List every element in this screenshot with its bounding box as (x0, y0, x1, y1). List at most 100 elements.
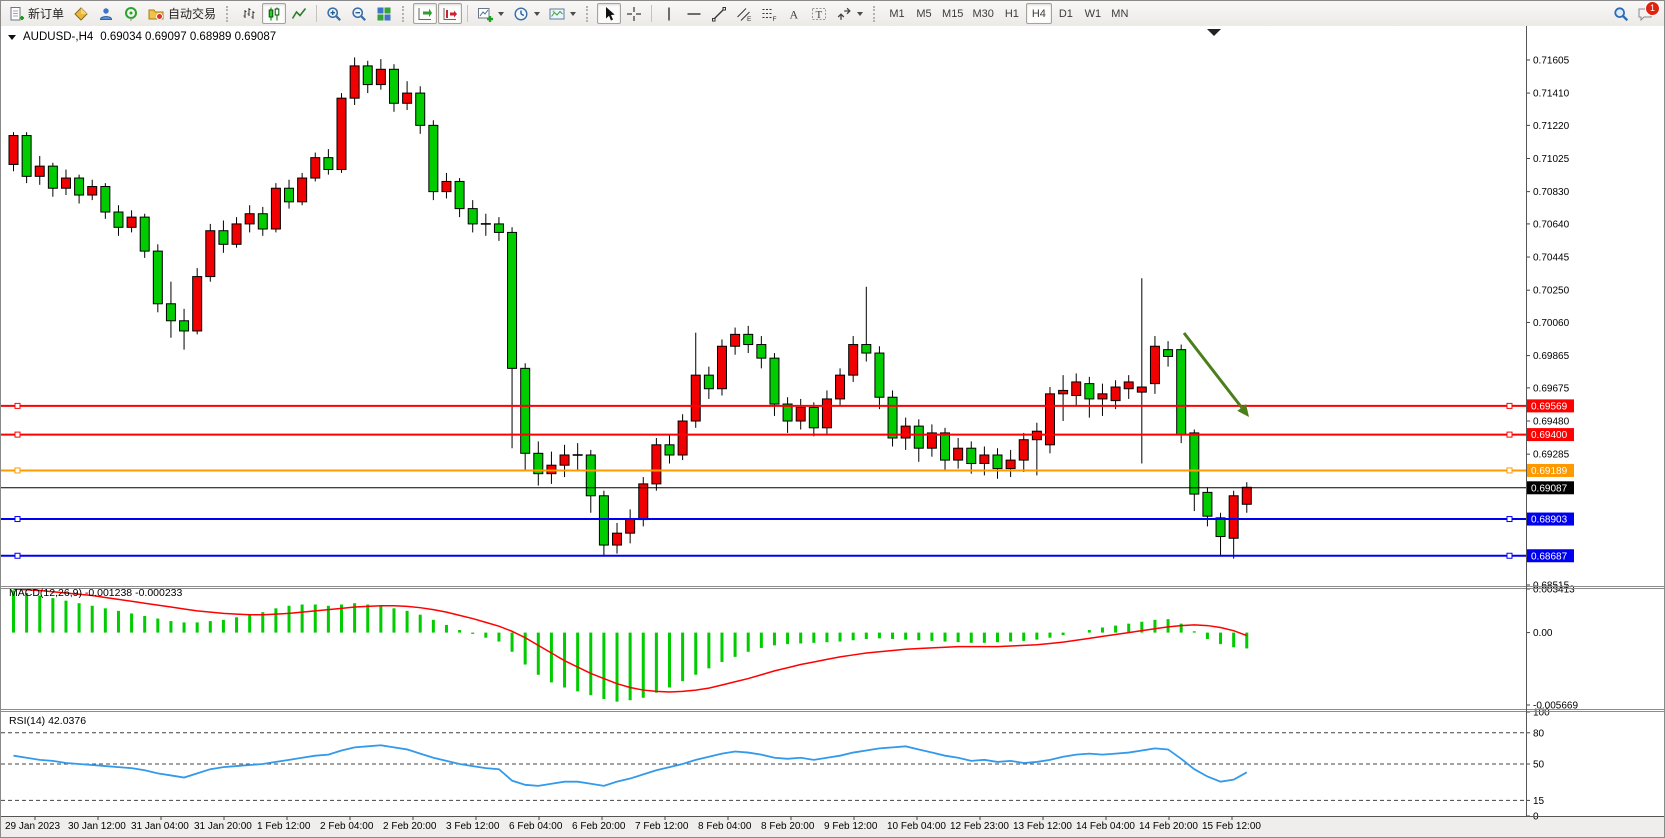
candlestick-chart-button[interactable] (262, 3, 286, 24)
new-order-button[interactable]: 新订单 (4, 3, 68, 24)
line-chart-icon (291, 6, 307, 22)
new-order-icon (8, 6, 24, 22)
chart-shift-button[interactable] (438, 3, 462, 24)
line-chart-button[interactable] (287, 3, 311, 24)
alerts-button[interactable] (119, 3, 143, 24)
text-icon: A (786, 6, 802, 22)
timeframe-d1[interactable]: D1 (1053, 3, 1079, 24)
trendline-button[interactable] (707, 3, 731, 24)
timeframe-m5[interactable]: M5 (911, 3, 937, 24)
timeframe-mn[interactable]: MN (1107, 3, 1133, 24)
timeframe-label: M5 (916, 8, 931, 20)
svg-text:31 Jan 20:00: 31 Jan 20:00 (194, 821, 252, 832)
svg-text:1 Feb 12:00: 1 Feb 12:00 (257, 821, 311, 832)
svg-text:0.69675: 0.69675 (1533, 383, 1570, 394)
autotrading-icon (148, 6, 164, 22)
svg-text:6 Feb 04:00: 6 Feb 04:00 (509, 821, 563, 832)
svg-text:0.69480: 0.69480 (1533, 417, 1570, 428)
svg-text:50: 50 (1533, 760, 1545, 771)
svg-text:8 Feb 20:00: 8 Feb 20:00 (761, 821, 815, 832)
chart-ohlc-values: 0.69034 0.69097 0.68989 0.69087 (100, 31, 276, 43)
zoom-in-icon (326, 6, 342, 22)
svg-text:6 Feb 20:00: 6 Feb 20:00 (572, 821, 626, 832)
timeframe-m15[interactable]: M15 (938, 3, 967, 24)
timeframe-h4[interactable]: H4 (1026, 3, 1052, 24)
notification-badge: 1 (1645, 1, 1660, 16)
market-watch-button[interactable] (94, 3, 118, 24)
search-icon[interactable] (1613, 6, 1629, 22)
svg-text:0.70830: 0.70830 (1533, 187, 1570, 198)
svg-text:0.71025: 0.71025 (1533, 154, 1570, 165)
svg-text:F: F (773, 16, 777, 22)
fib-retracement-button[interactable]: F (757, 3, 781, 24)
new-order-label: 新订单 (28, 5, 64, 22)
toolbar-separator (316, 5, 317, 22)
timeframe-h1[interactable]: H1 (999, 3, 1025, 24)
text-button[interactable]: A (782, 3, 806, 24)
clock-button[interactable] (509, 3, 544, 24)
svg-text:29 Jan 2023: 29 Jan 2023 (5, 821, 60, 832)
trendline-icon (711, 6, 727, 22)
macd-indicator-label: MACD(12,26,9) -0.001238 -0.000233 (9, 587, 182, 599)
timeframe-label: H4 (1032, 8, 1046, 20)
template-icon (549, 6, 565, 22)
rsi-indicator-label: RSI(14) 42.0376 (9, 715, 86, 727)
toolbar-grip (402, 6, 407, 22)
svg-text:31 Jan 04:00: 31 Jan 04:00 (131, 821, 189, 832)
svg-text:2 Feb 04:00: 2 Feb 04:00 (320, 821, 374, 832)
new-chart-icon (477, 6, 493, 22)
timeframe-m30[interactable]: M30 (968, 3, 997, 24)
pointer-icon (601, 6, 617, 22)
tile-windows-button[interactable] (372, 3, 396, 24)
svg-text:0.68687: 0.68687 (1531, 551, 1568, 562)
dropdown-caret-icon (534, 12, 540, 16)
bar-chart-icon (241, 6, 257, 22)
new-chart-button[interactable] (473, 3, 508, 24)
chart-canvas[interactable]: 0.695690.694000.691890.690870.689030.686… (1, 26, 1665, 838)
svg-text:0.69865: 0.69865 (1533, 351, 1570, 362)
toolbar-grip (873, 6, 878, 22)
svg-text:0.68903: 0.68903 (1531, 515, 1568, 526)
notifications-button[interactable]: 1 (1637, 6, 1653, 22)
svg-text:0.70640: 0.70640 (1533, 219, 1570, 230)
chart-menu-icon[interactable] (8, 35, 16, 40)
timeframe-m1[interactable]: M1 (884, 3, 910, 24)
timeframe-label: MN (1111, 8, 1128, 20)
svg-text:14 Feb 20:00: 14 Feb 20:00 (1139, 821, 1198, 832)
svg-text:80: 80 (1533, 728, 1545, 739)
arrows-icon (836, 6, 852, 22)
channel-button[interactable]: E (732, 3, 756, 24)
main-toolbar: 新订单 自动交易 (1, 1, 1664, 27)
autotrading-label: 自动交易 (168, 5, 216, 22)
svg-text:15 Feb 12:00: 15 Feb 12:00 (1202, 821, 1261, 832)
chart-window: 0.695690.694000.691890.690870.689030.686… (1, 26, 1665, 838)
zoom-in-button[interactable] (322, 3, 346, 24)
profiles-button[interactable] (69, 3, 93, 24)
svg-text:14 Feb 04:00: 14 Feb 04:00 (1076, 821, 1135, 832)
vertical-line-button[interactable] (657, 3, 681, 24)
arrows-button[interactable] (832, 3, 867, 24)
pointer-button[interactable] (597, 3, 621, 24)
svg-text:8 Feb 04:00: 8 Feb 04:00 (698, 821, 752, 832)
text-label-button[interactable]: T (807, 3, 831, 24)
chart-title: AUDUSD-,H4 0.69034 0.69097 0.68989 0.690… (8, 31, 276, 43)
horizontal-line-button[interactable] (682, 3, 706, 24)
channel-icon: E (736, 6, 752, 22)
zoom-out-button[interactable] (347, 3, 371, 24)
toolbar-right-cluster: 1 (1613, 6, 1661, 22)
timeframe-w1[interactable]: W1 (1080, 3, 1106, 24)
template-button[interactable] (545, 3, 580, 24)
svg-text:A: A (790, 7, 799, 21)
bar-chart-button[interactable] (237, 3, 261, 24)
svg-text:9 Feb 12:00: 9 Feb 12:00 (824, 821, 878, 832)
svg-text:0.00: 0.00 (1533, 628, 1553, 639)
crosshair-button[interactable] (622, 3, 646, 24)
autoscroll-button[interactable] (413, 3, 437, 24)
svg-text:12 Feb 23:00: 12 Feb 23:00 (950, 821, 1009, 832)
svg-text:0.69285: 0.69285 (1533, 450, 1570, 461)
svg-text:0.69400: 0.69400 (1531, 430, 1568, 441)
chart-symbol: AUDUSD-,H4 (23, 31, 93, 43)
svg-text:0.71410: 0.71410 (1533, 89, 1570, 100)
svg-text:0.70445: 0.70445 (1533, 253, 1570, 264)
autotrading-button[interactable]: 自动交易 (144, 3, 220, 24)
